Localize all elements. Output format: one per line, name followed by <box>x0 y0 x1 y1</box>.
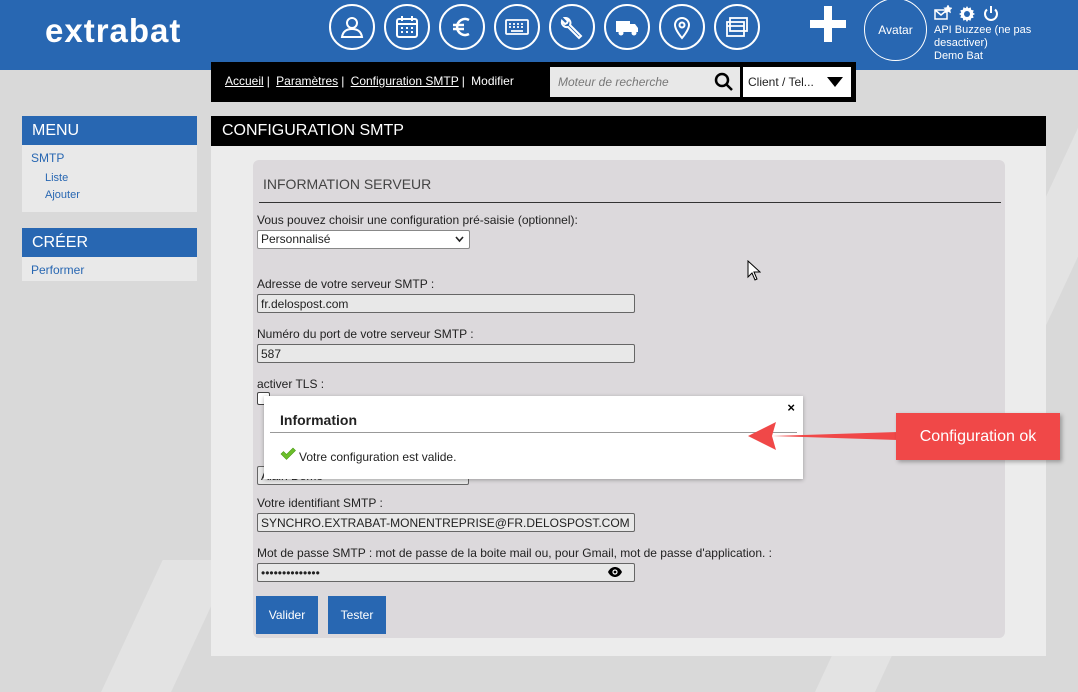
preset-label: Vous pouvez choisir une configuration pr… <box>257 213 578 227</box>
port-label: Numéro du port de votre serveur SMTP : <box>257 327 474 341</box>
login-label: Votre identifiant SMTP : <box>257 496 383 510</box>
sidebar-item-smtp[interactable]: SMTP <box>22 151 197 165</box>
preset-select[interactable]: Personnalisé <box>257 230 470 249</box>
map-pin-icon[interactable] <box>659 4 705 50</box>
breadcrumb-separator: | <box>266 74 270 88</box>
mail-star-icon[interactable] <box>934 5 952 23</box>
page-title: CONFIGURATION SMTP <box>211 116 1046 146</box>
search-input[interactable] <box>550 67 710 97</box>
caret-down-icon <box>827 77 843 87</box>
breadcrumb-configuration-smtp[interactable]: Configuration SMTP <box>351 74 459 88</box>
tls-label: activer TLS : <box>257 377 325 391</box>
annotation-callout: Configuration ok <box>896 413 1060 460</box>
main-panel: CONFIGURATION SMTP INFORMATION SERVEUR V… <box>211 116 1046 656</box>
info-dialog: Information × Votre configuration est va… <box>264 396 803 479</box>
sidebar-create-title: CRÉER <box>22 228 197 257</box>
dialog-divider <box>270 432 797 433</box>
password-label: Mot de passe SMTP : mot de passe de la b… <box>257 546 773 560</box>
port-input[interactable] <box>257 344 635 363</box>
contacts-icon[interactable] <box>329 4 375 50</box>
dialog-message: Votre configuration est valide. <box>299 450 457 464</box>
client-select[interactable]: Client / Tel... <box>743 67 851 97</box>
add-icon[interactable] <box>808 4 848 44</box>
breadcrumb: Accueil | Paramètres | Configuration SMTP |… <box>225 74 514 88</box>
euro-icon[interactable] <box>439 4 485 50</box>
breadcrumb-parametres[interactable]: Paramètres <box>276 74 338 88</box>
keyboard-icon[interactable] <box>494 4 540 50</box>
avatar[interactable]: Avatar <box>864 0 927 61</box>
top-bar: extrabat Avatar API Buzzee (ne pas desac… <box>0 0 1078 70</box>
user-info: API Buzzee (ne pas desactiver) Demo Bat <box>934 24 1054 63</box>
breadcrumb-accueil[interactable]: Accueil <box>225 74 264 88</box>
eye-icon[interactable] <box>607 566 623 578</box>
sidebar-create: CRÉER Performer <box>22 228 197 281</box>
user-line-2: Demo Bat <box>934 50 983 62</box>
section-title: INFORMATION SERVEUR <box>263 176 432 192</box>
test-button[interactable]: Tester <box>328 596 386 634</box>
gear-icon[interactable] <box>958 5 976 23</box>
search-icon[interactable] <box>714 72 734 92</box>
user-tools <box>934 5 1000 23</box>
app-logo[interactable]: extrabat <box>45 12 181 50</box>
client-select-value: Client / Tel... <box>748 75 814 89</box>
sidebar-menu-title: MENU <box>22 116 197 145</box>
user-line-1: API Buzzee (ne pas desactiver) <box>934 24 1032 49</box>
calendar-icon[interactable] <box>384 4 430 50</box>
folders-icon[interactable] <box>714 4 760 50</box>
section-divider <box>259 202 1001 203</box>
search-box <box>550 67 740 97</box>
breadcrumb-bar: Accueil | Paramètres | Configuration SMTP |… <box>211 62 856 102</box>
sidebar-item-liste[interactable]: Liste <box>22 172 197 184</box>
wrench-icon[interactable] <box>549 4 595 50</box>
sidebar-item-ajouter[interactable]: Ajouter <box>22 189 197 201</box>
password-input[interactable] <box>257 563 635 582</box>
validate-button[interactable]: Valider <box>256 596 318 634</box>
chevron-down-icon <box>455 236 464 243</box>
check-icon <box>280 447 296 460</box>
breadcrumb-separator: | <box>461 74 465 88</box>
close-icon[interactable]: × <box>787 400 795 415</box>
preset-select-value: Personnalisé <box>261 232 331 246</box>
truck-icon[interactable] <box>604 4 650 50</box>
power-icon[interactable] <box>982 5 1000 23</box>
server-input[interactable] <box>257 294 635 313</box>
annotation-arrow-icon <box>748 422 898 450</box>
login-input[interactable] <box>257 513 635 532</box>
dialog-title: Information <box>280 412 357 428</box>
sidebar-menu: MENU SMTP Liste Ajouter <box>22 116 197 212</box>
breadcrumb-current: Modifier <box>471 74 514 88</box>
main-nav <box>329 4 760 50</box>
breadcrumb-separator: | <box>341 74 345 88</box>
sidebar-item-performer[interactable]: Performer <box>22 263 197 277</box>
mouse-cursor-icon <box>747 260 761 281</box>
server-label: Adresse de votre serveur SMTP : <box>257 277 435 291</box>
